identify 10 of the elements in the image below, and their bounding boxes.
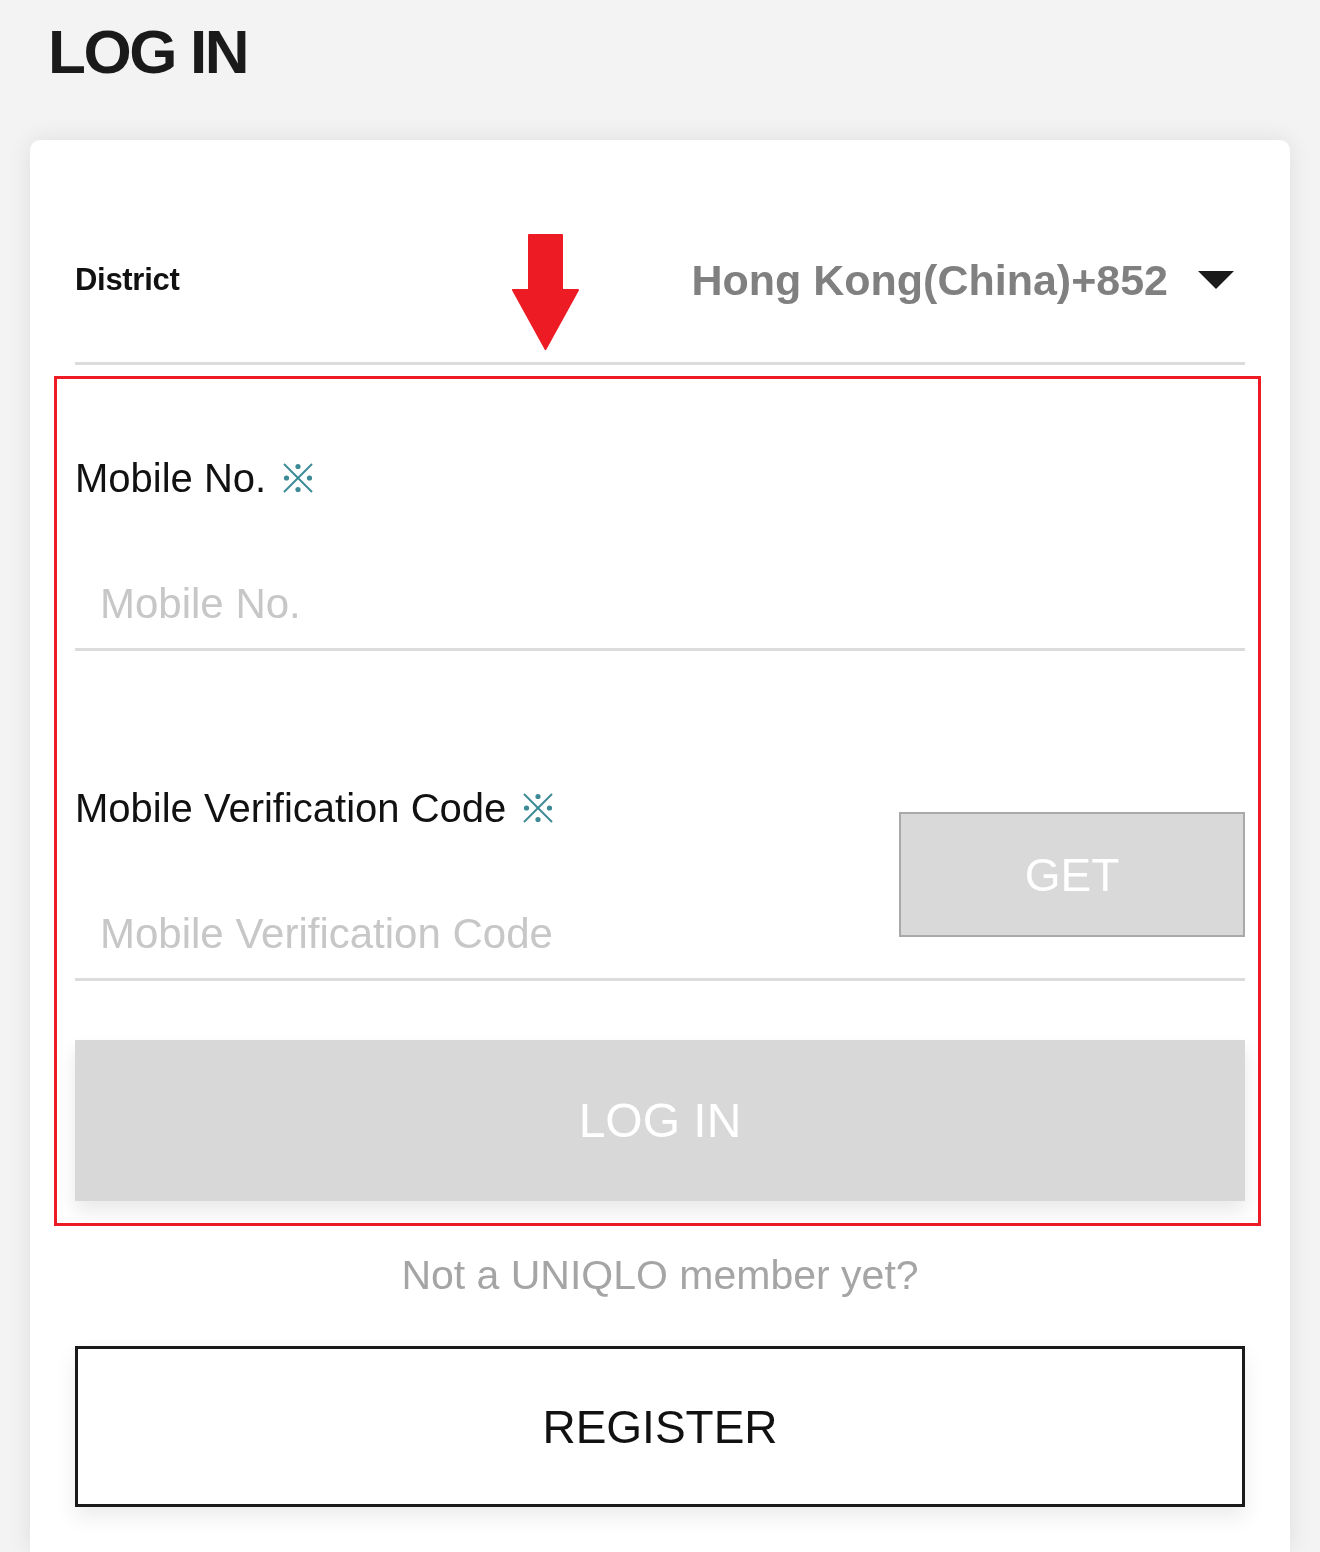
- page-title: LOG IN: [48, 16, 248, 88]
- field-label: Mobile No.: [75, 455, 267, 501]
- input-field[interactable]: Mobile No.: [75, 560, 1245, 648]
- field-label: Mobile Verification Code: [75, 785, 507, 831]
- register-button[interactable]: REGISTER: [75, 1346, 1245, 1507]
- district-select[interactable]: Hong Kong(China)+852: [691, 255, 1234, 305]
- input-field[interactable]: Mobile Verification Code: [75, 890, 899, 978]
- register-prompt: Not a UNIQLO member yet?: [401, 1252, 919, 1298]
- district-label: District: [75, 262, 180, 298]
- caret-icon: [1198, 271, 1234, 289]
